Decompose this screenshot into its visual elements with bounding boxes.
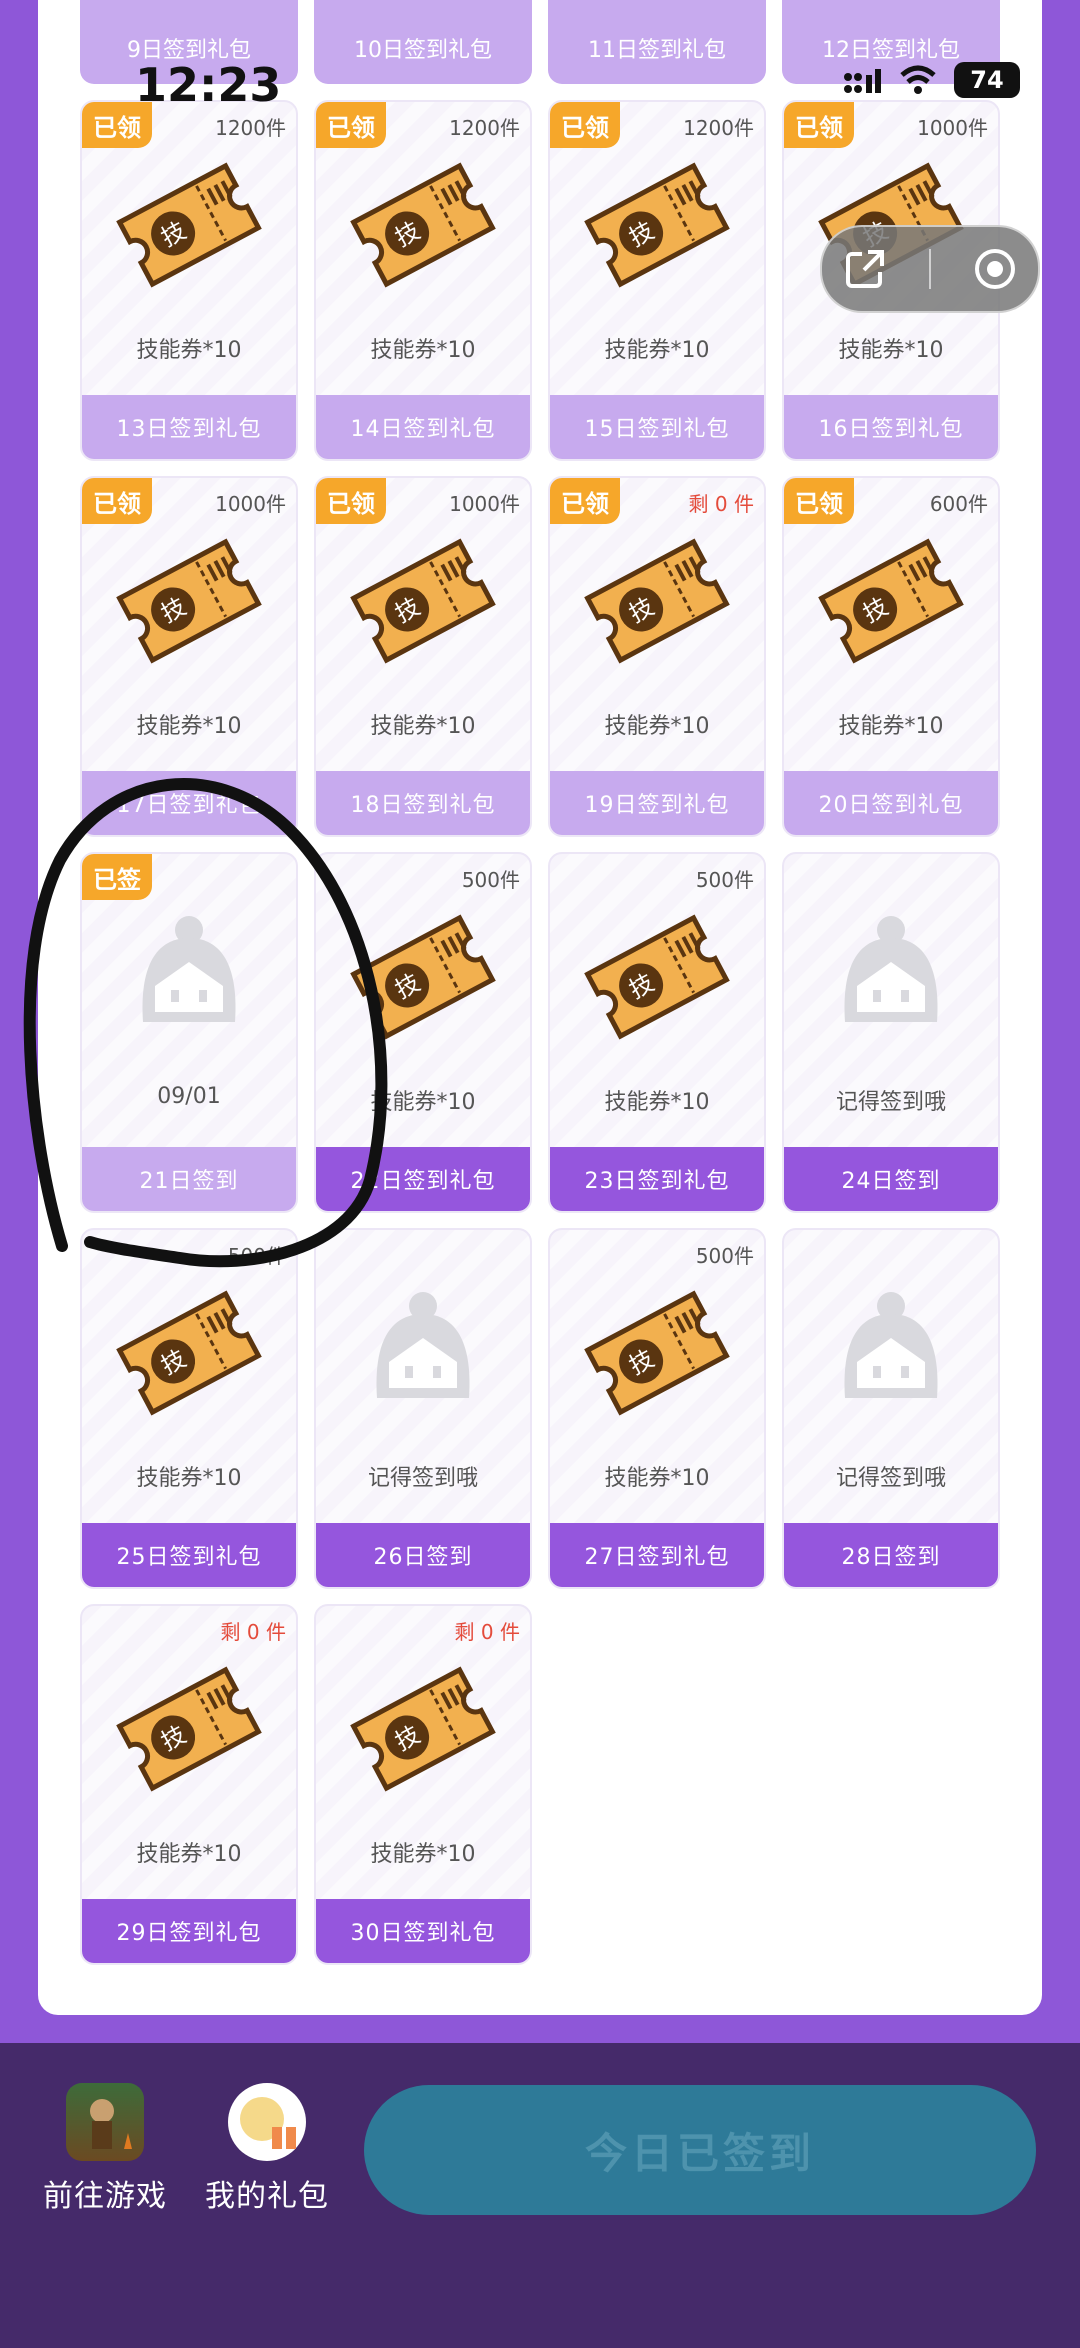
card-caption: 技能券*10 xyxy=(370,338,476,363)
skill-ticket-icon: 技 xyxy=(343,1654,503,1804)
card-caption: 技能券*10 xyxy=(604,714,710,739)
skill-ticket-icon: 技 xyxy=(811,526,971,676)
status-badge: 已领 xyxy=(316,478,386,524)
card-caption: 技能券*10 xyxy=(136,1842,242,1867)
card-caption: 技能券*10 xyxy=(370,714,476,739)
share-icon[interactable] xyxy=(842,246,888,292)
stock-count: 1000件 xyxy=(449,492,520,516)
gift-card[interactable]: 已领 1200件 技 技能券*10 14日签到礼包 xyxy=(314,100,532,461)
mascot-icon xyxy=(811,1278,971,1428)
bottom-bar: 前往游戏 我的礼包 今日已签到 xyxy=(0,2043,1080,2348)
stock-count: 1000件 xyxy=(215,492,286,516)
gift-card[interactable]: 记得签到哦 28日签到 xyxy=(782,1228,1000,1589)
gift-card[interactable]: 记得签到哦 24日签到 xyxy=(782,852,1000,1213)
skill-ticket-icon: 技 xyxy=(109,150,269,300)
stock-count: 600件 xyxy=(929,492,988,516)
my-gifts-label: 我的礼包 xyxy=(205,2179,329,2214)
skill-ticket-icon: 技 xyxy=(109,1654,269,1804)
clock: 12:23 xyxy=(135,58,282,112)
gift-card[interactable]: 500件 技 技能券*10 27日签到礼包 xyxy=(548,1228,766,1589)
card-caption: 技能券*10 xyxy=(604,1090,710,1115)
card-day-label: 20日签到礼包 xyxy=(784,771,998,835)
card-day-label: 19日签到礼包 xyxy=(550,771,764,835)
card-caption: 技能券*10 xyxy=(838,714,944,739)
card-day-label: 23日签到礼包 xyxy=(550,1147,764,1211)
card-caption: 记得签到哦 xyxy=(367,1466,478,1491)
card-day-label: 24日签到 xyxy=(784,1147,998,1211)
gift-card[interactable]: 剩 0 件 技 技能券*10 29日签到礼包 xyxy=(80,1604,298,1965)
status-badge: 已领 xyxy=(784,478,854,524)
card-caption: 技能券*10 xyxy=(136,1466,242,1491)
gift-card[interactable]: 剩 0 件 技 技能券*10 30日签到礼包 xyxy=(314,1604,532,1965)
gift-card[interactable]: 已领 600件 技 技能券*10 20日签到礼包 xyxy=(782,476,1000,837)
skill-ticket-icon: 技 xyxy=(343,526,503,676)
go-to-game-button[interactable]: 前往游戏 xyxy=(30,2083,180,2215)
stock-count: 500件 xyxy=(695,1244,754,1268)
card-day-label: 28日签到 xyxy=(784,1523,998,1587)
gift-card[interactable]: 500件 技 技能券*10 23日签到礼包 xyxy=(548,852,766,1213)
gift-card[interactable]: 500件 技 技能券*10 25日签到礼包 xyxy=(80,1228,298,1589)
card-caption: 技能券*10 xyxy=(136,338,242,363)
skill-ticket-icon: 技 xyxy=(577,526,737,676)
status-bar: 12:23 74 xyxy=(0,58,1080,118)
capsule-divider xyxy=(928,249,931,289)
gift-card[interactable]: 记得签到哦 26日签到 xyxy=(314,1228,532,1589)
go-to-game-label: 前往游戏 xyxy=(43,2179,167,2214)
skill-ticket-icon: 技 xyxy=(577,1278,737,1428)
annotation-circle xyxy=(23,778,388,1268)
status-badge: 已领 xyxy=(550,478,620,524)
skill-ticket-icon: 技 xyxy=(109,1278,269,1428)
system-icons: 74 xyxy=(842,62,1020,98)
game-app-icon xyxy=(66,2083,144,2161)
card-day-label: 13日签到礼包 xyxy=(82,395,296,459)
character-icon xyxy=(90,2099,132,2149)
stock-count: 剩 0 件 xyxy=(688,492,754,516)
card-day-label: 25日签到礼包 xyxy=(82,1523,296,1587)
my-gifts-button[interactable]: 我的礼包 xyxy=(192,2083,342,2215)
stock-count: 500件 xyxy=(695,868,754,892)
gift-card[interactable]: 已领 剩 0 件 技 技能券*10 19日签到礼包 xyxy=(548,476,766,837)
card-caption: 技能券*10 xyxy=(370,1842,476,1867)
status-badge: 已领 xyxy=(82,478,152,524)
mascot-icon xyxy=(343,1278,503,1428)
card-day-label: 16日签到礼包 xyxy=(784,395,998,459)
card-day-label: 15日签到礼包 xyxy=(550,395,764,459)
skill-ticket-icon: 技 xyxy=(109,526,269,676)
signal-icon xyxy=(844,69,881,93)
card-caption: 记得签到哦 xyxy=(835,1090,946,1115)
card-caption: 技能券*10 xyxy=(604,1466,710,1491)
gift-card[interactable]: 已领 1200件 技 技能券*10 13日签到礼包 xyxy=(80,100,298,461)
stock-count: 剩 0 件 xyxy=(220,1620,286,1644)
card-day-label: 30日签到礼包 xyxy=(316,1899,530,1963)
mascot-icon xyxy=(811,902,971,1052)
stock-count: 剩 0 件 xyxy=(454,1620,520,1644)
skill-ticket-icon: 技 xyxy=(577,902,737,1052)
stock-count: 500件 xyxy=(461,868,520,892)
card-day-label: 29日签到礼包 xyxy=(82,1899,296,1963)
card-day-label: 26日签到 xyxy=(316,1523,530,1587)
skill-ticket-icon: 技 xyxy=(343,150,503,300)
gift-icon xyxy=(228,2083,306,2161)
card-caption: 技能券*10 xyxy=(604,338,710,363)
card-day-label: 14日签到礼包 xyxy=(316,395,530,459)
close-target-icon[interactable] xyxy=(972,246,1018,292)
battery-icon: 74 xyxy=(954,62,1020,98)
signed-today-button[interactable]: 今日已签到 xyxy=(364,2085,1036,2215)
card-caption: 记得签到哦 xyxy=(835,1466,946,1491)
miniprogram-capsule xyxy=(820,225,1040,313)
skill-ticket-icon: 技 xyxy=(577,150,737,300)
gift-card[interactable]: 已领 1200件 技 技能券*10 15日签到礼包 xyxy=(548,100,766,461)
card-caption: 技能券*10 xyxy=(136,714,242,739)
card-day-label: 27日签到礼包 xyxy=(550,1523,764,1587)
card-caption: 技能券*10 xyxy=(838,338,944,363)
wifi-icon xyxy=(900,65,936,94)
